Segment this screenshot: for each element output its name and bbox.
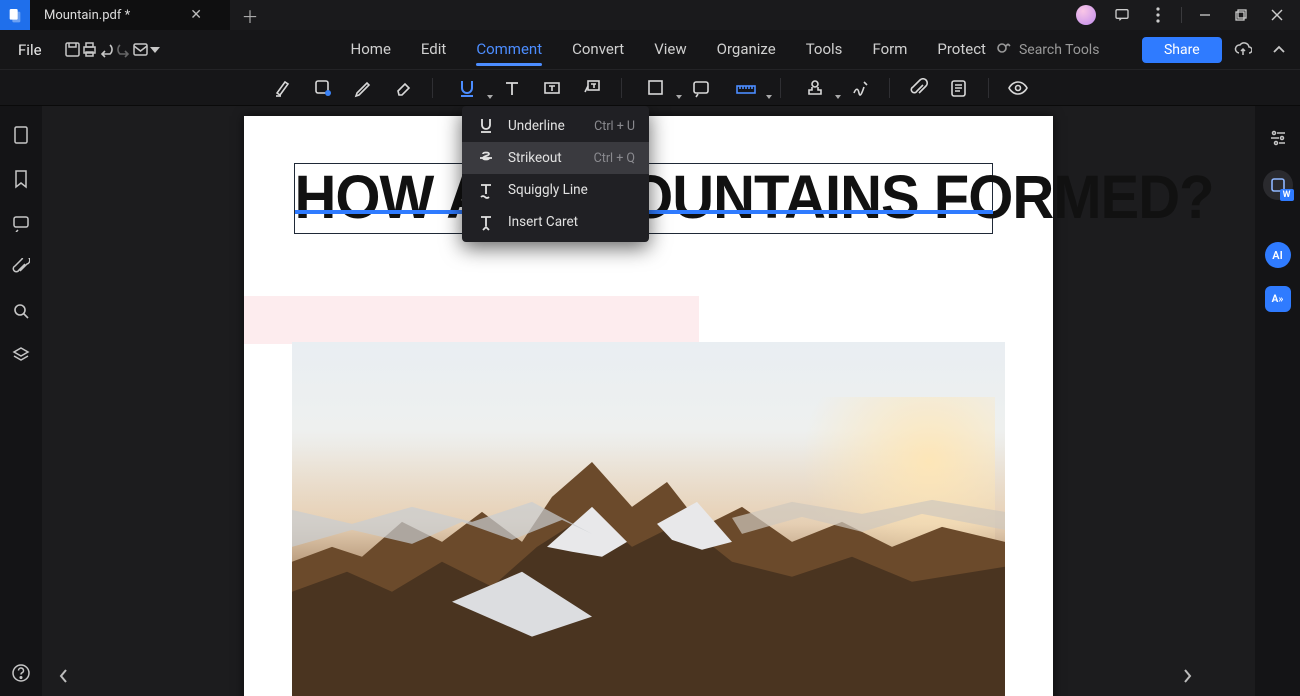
eraser-icon[interactable] bbox=[386, 73, 420, 103]
mountain-image bbox=[292, 342, 1005, 696]
signature-icon[interactable] bbox=[843, 73, 877, 103]
strikeout-icon bbox=[476, 149, 496, 167]
document-canvas[interactable]: HOW ARE MOUNTAINS FORMED? bbox=[42, 106, 1255, 696]
text-tool-icon[interactable] bbox=[495, 73, 529, 103]
caret-icon bbox=[476, 213, 496, 231]
shape-icon[interactable] bbox=[634, 73, 678, 103]
cloud-upload-icon[interactable] bbox=[1228, 35, 1258, 65]
highlight-icon[interactable] bbox=[266, 73, 300, 103]
quickbar: File Home Edit Comment Convert View Orga… bbox=[0, 30, 1300, 70]
dropdown-label: Underline bbox=[508, 118, 565, 134]
tab-form[interactable]: Form bbox=[862, 36, 917, 64]
right-sidebar: W AI A» bbox=[1255, 106, 1300, 696]
bookmarks-icon[interactable] bbox=[10, 168, 32, 190]
chat-icon[interactable] bbox=[1105, 0, 1139, 30]
tab-protect[interactable]: Protect bbox=[927, 36, 996, 64]
dropdown-item-caret[interactable]: Insert Caret bbox=[462, 206, 649, 238]
underline-icon bbox=[476, 117, 496, 135]
dropdown-label: Squiggly Line bbox=[508, 182, 588, 198]
tab-edit[interactable]: Edit bbox=[411, 36, 456, 64]
user-avatar[interactable] bbox=[1069, 0, 1103, 30]
export-word-icon[interactable]: W bbox=[1263, 170, 1293, 200]
window-close-button[interactable] bbox=[1260, 0, 1294, 30]
tab-title: Mountain.pdf * bbox=[44, 8, 130, 23]
translate-icon[interactable]: A» bbox=[1265, 286, 1291, 312]
underline-tool-icon[interactable] bbox=[445, 73, 489, 103]
search-tools-placeholder: Search Tools bbox=[1019, 42, 1099, 58]
tab-organize[interactable]: Organize bbox=[707, 36, 786, 64]
prev-page-button[interactable] bbox=[52, 664, 76, 688]
hide-comments-icon[interactable] bbox=[1001, 73, 1035, 103]
app-logo bbox=[0, 0, 30, 30]
area-highlight-icon[interactable] bbox=[306, 73, 340, 103]
left-sidebar bbox=[0, 106, 42, 696]
layers-icon[interactable] bbox=[10, 344, 32, 366]
note-icon[interactable] bbox=[684, 73, 718, 103]
callout-icon[interactable] bbox=[575, 73, 609, 103]
search-panel-icon[interactable] bbox=[10, 300, 32, 322]
comments-panel-icon[interactable] bbox=[10, 212, 32, 234]
collapse-ribbon-icon[interactable] bbox=[1264, 35, 1294, 65]
stamp-icon[interactable] bbox=[793, 73, 837, 103]
add-tab-button[interactable]: ＋ bbox=[230, 0, 270, 30]
dropdown-item-squiggly[interactable]: Squiggly Line bbox=[462, 174, 649, 206]
dropdown-label: Strikeout bbox=[508, 150, 562, 166]
dropdown-item-underline[interactable]: Underline Ctrl + U bbox=[462, 110, 649, 142]
properties-icon[interactable] bbox=[1264, 124, 1292, 152]
search-tools[interactable]: Search Tools bbox=[996, 42, 1136, 58]
titlebar: Mountain.pdf * ✕ ＋ bbox=[0, 0, 1300, 30]
share-button[interactable]: Share bbox=[1142, 37, 1222, 63]
dropdown-shortcut: Ctrl + U bbox=[594, 119, 635, 134]
dropdown-item-strikeout[interactable]: Strikeout Ctrl + Q bbox=[462, 142, 649, 174]
close-tab-icon[interactable]: ✕ bbox=[184, 7, 208, 23]
attachments-panel-icon[interactable] bbox=[10, 256, 32, 278]
mail-icon[interactable] bbox=[132, 35, 149, 65]
tab-home[interactable]: Home bbox=[341, 36, 401, 64]
next-page-button[interactable] bbox=[1175, 664, 1199, 688]
print-icon[interactable] bbox=[81, 35, 98, 65]
menu-tabs: Home Edit Comment Convert View Organize … bbox=[341, 36, 996, 64]
kebab-icon[interactable] bbox=[1141, 0, 1175, 30]
tab-tools[interactable]: Tools bbox=[796, 36, 853, 64]
dropdown-shortcut: Ctrl + Q bbox=[594, 151, 635, 166]
document-tab[interactable]: Mountain.pdf * ✕ bbox=[30, 0, 230, 30]
ai-assistant-icon[interactable]: AI bbox=[1265, 242, 1291, 268]
maximize-button[interactable] bbox=[1224, 0, 1258, 30]
thumbnails-icon[interactable] bbox=[10, 124, 32, 146]
textbox-icon[interactable] bbox=[535, 73, 569, 103]
more-quick-icon[interactable] bbox=[149, 35, 161, 65]
save-icon[interactable] bbox=[64, 35, 81, 65]
undo-icon[interactable] bbox=[98, 35, 115, 65]
comment-list-icon[interactable] bbox=[942, 73, 976, 103]
minimize-button[interactable] bbox=[1188, 0, 1222, 30]
pencil-icon[interactable] bbox=[346, 73, 380, 103]
dropdown-label: Insert Caret bbox=[508, 214, 578, 230]
tab-convert[interactable]: Convert bbox=[562, 36, 634, 64]
measure-icon[interactable] bbox=[724, 73, 768, 103]
help-icon[interactable] bbox=[10, 662, 32, 684]
underline-dropdown: Underline Ctrl + U Strikeout Ctrl + Q Sq… bbox=[462, 106, 649, 242]
tab-view[interactable]: View bbox=[644, 36, 696, 64]
redo-icon[interactable] bbox=[115, 35, 132, 65]
highlight-block bbox=[244, 296, 699, 344]
file-menu[interactable]: File bbox=[8, 41, 52, 59]
comment-ribbon bbox=[0, 70, 1300, 106]
tab-comment[interactable]: Comment bbox=[466, 36, 552, 64]
workspace: HOW ARE MOUNTAINS FORMED? bbox=[0, 106, 1300, 696]
squiggly-icon bbox=[476, 181, 496, 199]
attachment-icon[interactable] bbox=[902, 73, 936, 103]
